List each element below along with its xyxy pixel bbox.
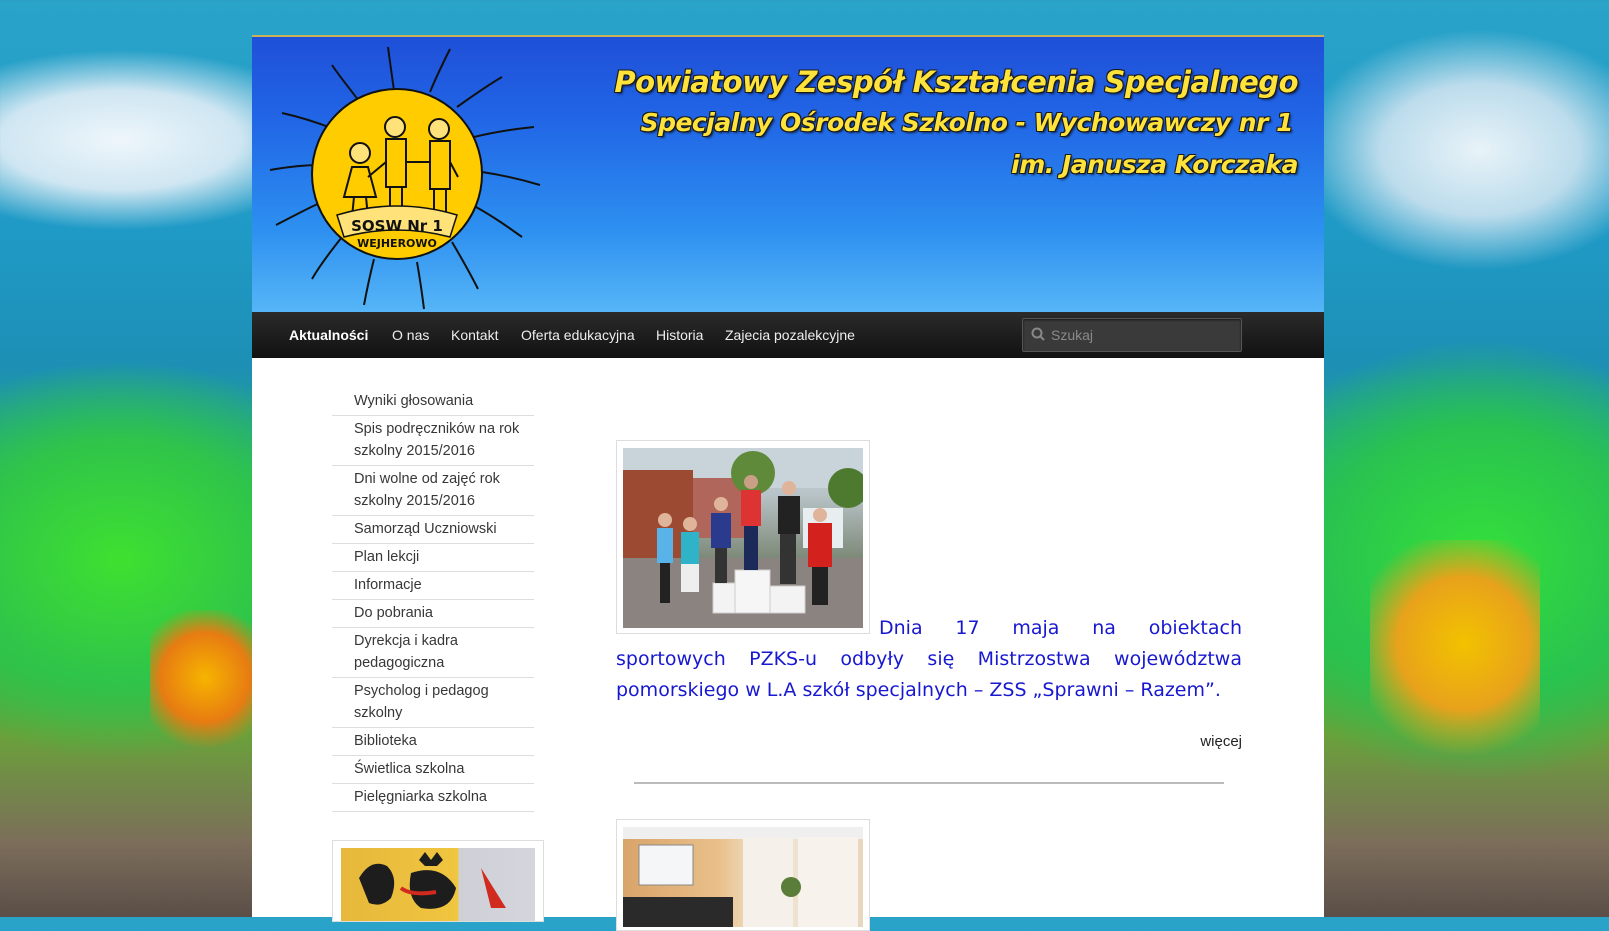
sidebar-item-dyrekcja-i-kadra[interactable]: Dyrekcja i kadra pedagogiczna bbox=[332, 628, 534, 678]
sidebar-item-spis-podrecznikow[interactable]: Spis podręczników na rok szkolny 2015/20… bbox=[332, 416, 534, 466]
sidebar-item-biblioteka[interactable]: Biblioteka bbox=[332, 728, 534, 756]
nav-item-aktualnosci[interactable]: Aktualności bbox=[289, 312, 368, 358]
post-thumbnail[interactable] bbox=[616, 440, 870, 634]
site-title-line2: Specjalny Ośrodek Szkolno - Wychowawczy … bbox=[640, 108, 1294, 137]
nav-item-kontakt[interactable]: Kontakt bbox=[451, 312, 498, 358]
nav-item-oferta-edukacyjna[interactable]: Oferta edukacyjna bbox=[521, 312, 635, 358]
nav-item-o-nas[interactable]: O nas bbox=[392, 312, 429, 358]
background-painting-figure-left bbox=[150, 610, 260, 760]
sidebar-item-pielegniarka-szkolna[interactable]: Pielęgniarka szkolna bbox=[332, 784, 534, 812]
post-excerpt-text: Dnia 17 maja na obiektach sportowych PZK… bbox=[616, 617, 1242, 701]
site-title-line1: Powiatowy Zespół Kształcenia Specjalnego bbox=[614, 65, 1298, 99]
sidebar-item-plan-lekcji[interactable]: Plan lekcji bbox=[332, 544, 534, 572]
nav-item-zajecia-pozalekcyjne[interactable]: Zajecia pozalekcyjne bbox=[725, 312, 855, 358]
post-divider bbox=[634, 782, 1224, 784]
site-wrapper: SOSW Nr 1 WEJHEROWO Powiatowy Zespół Ksz… bbox=[252, 35, 1324, 931]
main-navigation: Aktualności O nas Kontakt Oferta edukacy… bbox=[252, 312, 1324, 358]
coat-of-arms-image bbox=[341, 848, 535, 921]
logo-text-line2: WEJHEROWO bbox=[357, 237, 437, 250]
sidebar-item-wyniki-glosowania[interactable]: Wyniki głosowania bbox=[332, 388, 534, 416]
sidebar-item-dni-wolne[interactable]: Dni wolne od zajęć rok szkolny 2015/2016 bbox=[332, 466, 534, 516]
post-thumbnail-2[interactable] bbox=[616, 819, 870, 931]
sidebar-item-swietlica-szkolna[interactable]: Świetlica szkolna bbox=[332, 756, 534, 784]
background-painting-figure-right bbox=[1370, 540, 1540, 770]
site-header-banner[interactable]: SOSW Nr 1 WEJHEROWO Powiatowy Zespół Ksz… bbox=[252, 35, 1324, 313]
sidebar-menu: Wyniki głosowania Spis podręczników na r… bbox=[332, 388, 534, 812]
post-photo-classroom bbox=[623, 827, 863, 927]
post-excerpt: Dnia 17 maja na obiektach sportowych PZK… bbox=[616, 613, 1242, 706]
read-more-link[interactable]: więcej bbox=[1200, 733, 1242, 750]
sidebar-item-informacje[interactable]: Informacje bbox=[332, 572, 534, 600]
site-title-line3: im. Janusza Korczaka bbox=[1011, 150, 1298, 179]
nav-item-historia[interactable]: Historia bbox=[656, 312, 703, 358]
logo-text-line1: SOSW Nr 1 bbox=[351, 217, 443, 235]
search-box bbox=[1022, 318, 1242, 352]
post-photo-podium bbox=[623, 448, 863, 628]
search-icon bbox=[1031, 327, 1045, 341]
sidebar-item-do-pobrania[interactable]: Do pobrania bbox=[332, 600, 534, 628]
search-input[interactable] bbox=[1051, 319, 1237, 351]
sidebar-coat-of-arms-widget[interactable] bbox=[332, 840, 544, 922]
sidebar-item-psycholog-i-pedagog[interactable]: Psycholog i pedagog szkolny bbox=[332, 678, 534, 728]
sidebar-item-samorzad-uczniowski[interactable]: Samorząd Uczniowski bbox=[332, 516, 534, 544]
